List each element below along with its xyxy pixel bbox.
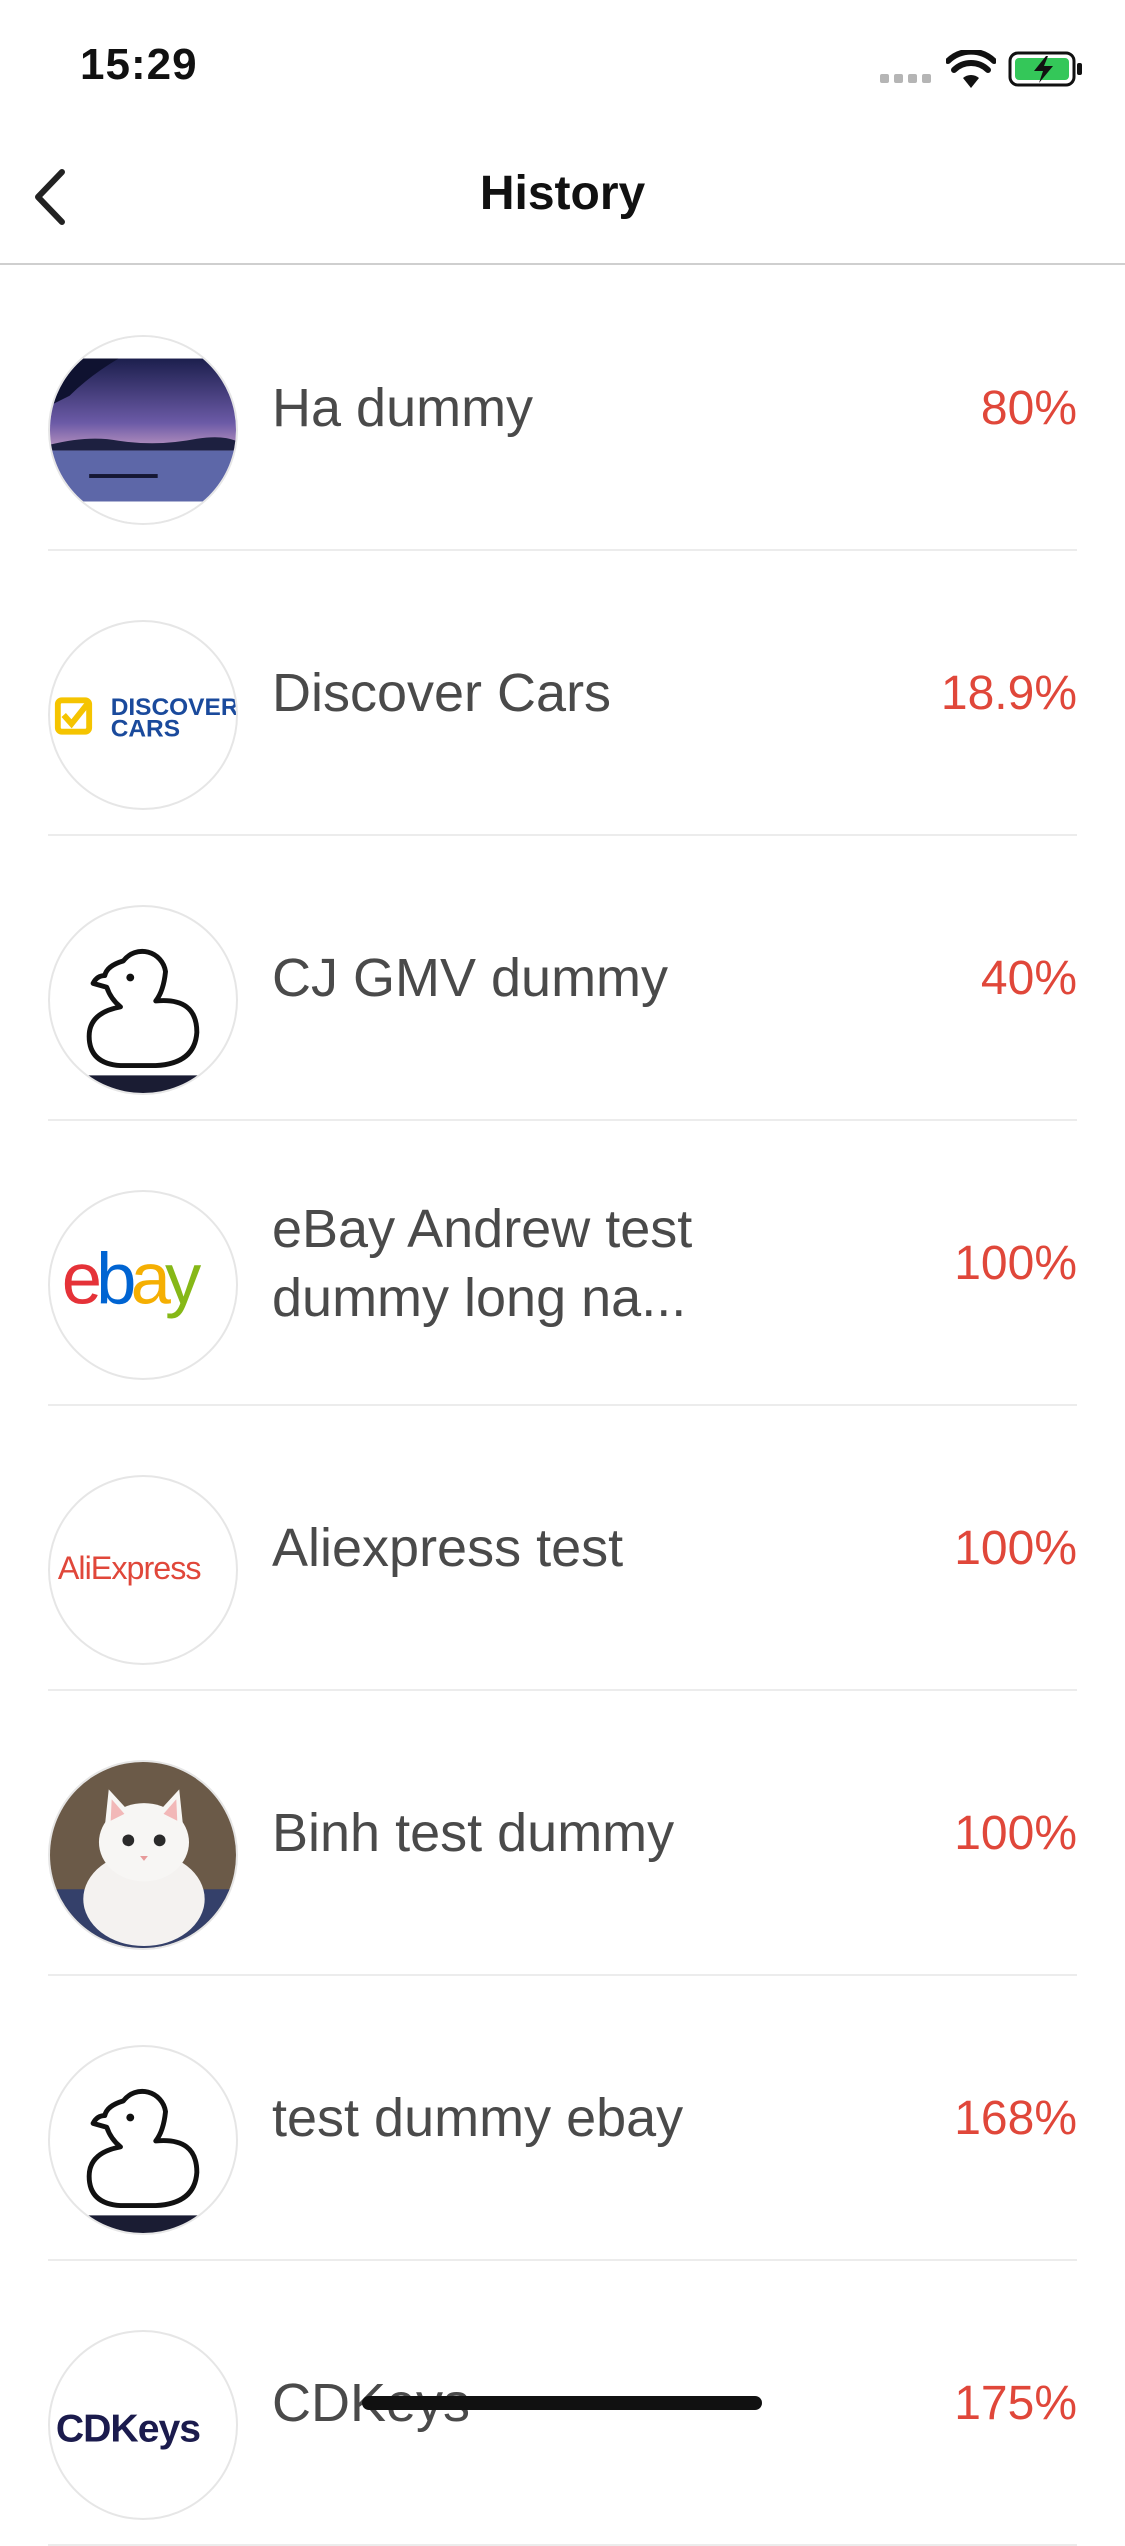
cdkeys-logo-text: CDKeys (56, 2408, 200, 2451)
lake-sunset-photo (48, 335, 238, 525)
history-row[interactable]: ebay eBay Andrew test dummy long na... 1… (0, 1121, 1125, 1406)
history-item-percent: 175% (954, 2377, 1077, 2430)
history-item-name: Ha dummy (272, 378, 534, 439)
battery-charging-icon (1008, 51, 1082, 87)
history-item-name: Aliexpress test (272, 1518, 624, 1579)
history-row[interactable]: CJ GMV dummy 40% (0, 836, 1125, 1121)
history-list: Ha dummy 80% DISCOVER CARS Discover Cars… (0, 266, 1125, 2546)
history-row[interactable]: Binh test dummy 100% (0, 1691, 1125, 1976)
duck-icon (48, 2045, 238, 2235)
history-row[interactable]: test dummy ebay 168% (0, 1976, 1125, 2261)
discover-cars-logo-text-2: CARS (111, 716, 180, 743)
page-title: History (479, 167, 646, 220)
history-item-percent: 40% (980, 952, 1077, 1005)
history-row[interactable]: AliExpress Aliexpress test 100% (0, 1406, 1125, 1691)
history-row[interactable]: DISCOVER CARS Discover Cars 18.9% (0, 551, 1125, 836)
history-item-percent: 18.9% (940, 667, 1077, 720)
svg-text:ebay: ebay (62, 1239, 202, 1320)
cdkeys-logo: CDKeys (48, 2330, 238, 2520)
duck-icon (48, 905, 238, 1095)
status-bar: 15:29 (0, 0, 1125, 130)
navigation-bar: History (0, 130, 1125, 265)
history-item-name: CJ GMV dummy (272, 948, 669, 1009)
history-item-name: eBay Andrew test dummy long na... (272, 1198, 693, 1328)
history-item-name: Discover Cars (272, 663, 612, 724)
wifi-icon (946, 50, 996, 88)
history-item-percent: 168% (954, 2092, 1077, 2145)
status-time: 15:29 (80, 40, 198, 89)
white-kitten-photo (48, 1760, 238, 1950)
history-item-name: Binh test dummy (272, 1803, 675, 1864)
ebay-logo: ebay (48, 1190, 238, 1380)
history-item-percent: 100% (954, 1522, 1077, 1575)
history-item-percent: 100% (954, 1237, 1077, 1290)
aliexpress-logo: AliExpress (48, 1475, 238, 1665)
history-item-percent: 100% (954, 1807, 1077, 1860)
cellular-signal-icon (880, 74, 934, 84)
home-indicator[interactable] (362, 2396, 762, 2410)
history-item-percent: 80% (980, 382, 1077, 435)
history-row[interactable]: Ha dummy 80% (0, 266, 1125, 551)
history-item-name: test dummy ebay (272, 2088, 684, 2149)
aliexpress-logo-text: AliExpress (58, 1550, 201, 1586)
discover-cars-logo: DISCOVER CARS (48, 620, 238, 810)
